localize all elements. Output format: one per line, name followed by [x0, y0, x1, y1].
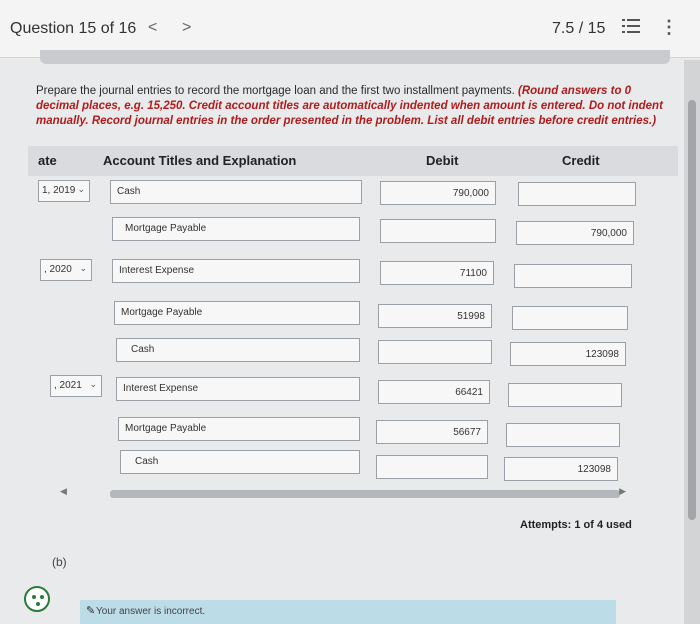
account-input[interactable]: Cash: [110, 180, 362, 204]
credit-input[interactable]: [512, 306, 628, 330]
next-question-icon[interactable]: >: [182, 19, 191, 37]
date-value: 1, 2019: [42, 185, 76, 196]
credit-input[interactable]: 790,000: [516, 221, 634, 245]
table-scrollbar[interactable]: ◀ ▶: [60, 486, 626, 500]
page-scrollbar[interactable]: [684, 60, 700, 624]
credit-input[interactable]: [518, 182, 636, 206]
chevron-down-icon: ⌄: [89, 379, 97, 389]
account-input[interactable]: Cash: [120, 450, 360, 474]
date-select[interactable]: , 2021 ⌄: [50, 375, 102, 397]
more-vertical-icon[interactable]: ⋮: [660, 17, 678, 38]
part-b-label: (b): [52, 555, 67, 569]
question-title: Question 15 of 16: [10, 20, 137, 37]
scroll-right-icon[interactable]: ▶: [619, 486, 626, 497]
feedback-eye-left: [32, 595, 36, 599]
date-value: , 2020: [44, 264, 72, 275]
account-input[interactable]: Interest Expense: [116, 377, 360, 401]
feedback-face-icon[interactable]: [24, 586, 50, 612]
account-input[interactable]: Mortgage Payable: [118, 417, 360, 441]
debit-header: Debit: [426, 153, 459, 168]
date-value: , 2021: [54, 380, 82, 391]
instructions: Prepare the journal entries to record th…: [36, 84, 666, 129]
debit-input[interactable]: 790,000: [380, 181, 496, 205]
date-select[interactable]: 1, 2019 ⌄: [38, 180, 90, 202]
table-header: ate Account Titles and Explanation Debit…: [28, 146, 678, 176]
debit-input[interactable]: 56677: [376, 420, 488, 444]
date-header: ate: [38, 153, 57, 168]
chevron-down-icon: ⌄: [79, 263, 87, 273]
score: 7.5 / 15: [552, 20, 606, 37]
credit-input[interactable]: 123098: [510, 342, 626, 366]
scroll-left-icon[interactable]: ◀: [60, 486, 67, 497]
credit-input[interactable]: [514, 264, 632, 288]
debit-input[interactable]: [378, 340, 492, 364]
credit-input[interactable]: 123098: [504, 457, 618, 481]
credit-input[interactable]: [508, 383, 622, 407]
feedback-eye-right: [40, 595, 44, 599]
credit-header: Credit: [562, 153, 600, 168]
date-select[interactable]: , 2020 ⌄: [40, 259, 92, 281]
pencil-icon: ✎: [86, 605, 96, 617]
debit-input[interactable]: [380, 219, 496, 243]
attempts-counter: Attempts: 1 of 4 used: [520, 519, 632, 531]
feedback-mouth: [36, 602, 40, 606]
account-input[interactable]: Cash: [116, 338, 360, 362]
account-header: Account Titles and Explanation: [103, 153, 297, 168]
prev-question-icon[interactable]: <: [148, 19, 157, 37]
debit-input[interactable]: 66421: [378, 380, 490, 404]
incorrect-message: Your answer is incorrect.: [96, 606, 206, 617]
table-scrollbar-thumb[interactable]: [110, 490, 620, 498]
debit-input[interactable]: 71100: [380, 261, 494, 285]
debit-input[interactable]: 51998: [378, 304, 492, 328]
incorrect-banner: ✎ Your answer is incorrect.: [80, 600, 616, 624]
debit-input[interactable]: [376, 455, 488, 479]
account-input[interactable]: Mortgage Payable: [112, 217, 360, 241]
shelf-divider: [40, 50, 670, 64]
account-input[interactable]: Mortgage Payable: [114, 301, 360, 325]
chevron-down-icon: ⌄: [77, 184, 85, 194]
credit-input[interactable]: [506, 423, 620, 447]
page-scrollbar-thumb[interactable]: [688, 100, 696, 520]
account-input[interactable]: Interest Expense: [112, 259, 360, 283]
list-icon[interactable]: [622, 18, 640, 39]
instructions-text: Prepare the journal entries to record th…: [36, 85, 518, 97]
